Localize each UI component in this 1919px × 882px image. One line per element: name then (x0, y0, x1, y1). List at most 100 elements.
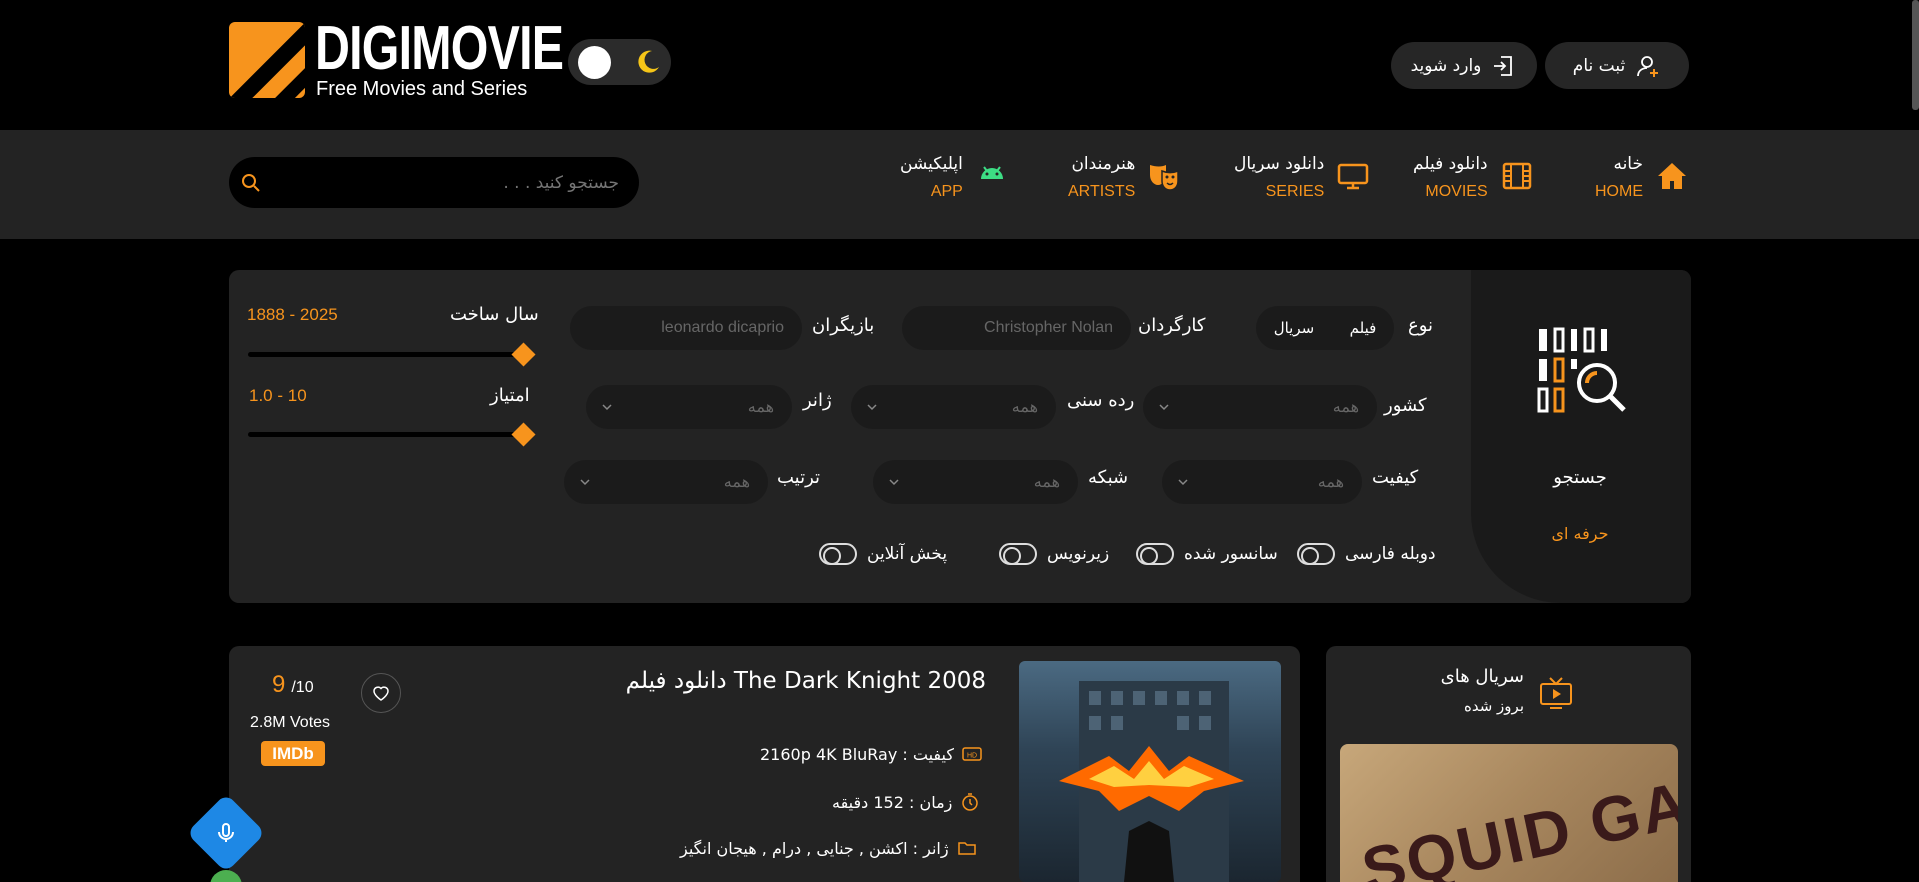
toggle-subtitle[interactable]: زیرنویس (999, 543, 1109, 565)
site-logo[interactable]: DIGIMOVIE Free Movies and Series (229, 18, 564, 100)
nav-movies-label: دانلود فیلم (1413, 154, 1488, 174)
chevron-down-icon (602, 404, 612, 411)
nav-artists-en: ARTISTS (1068, 183, 1136, 200)
theme-toggle-knob (578, 46, 611, 79)
nav-home-en: HOME (1595, 183, 1643, 200)
nav-movies-en: MOVIES (1425, 183, 1488, 200)
year-slider[interactable] (248, 352, 524, 357)
search-icon[interactable] (241, 173, 261, 193)
age-select[interactable]: همه (851, 385, 1056, 429)
year-label: سال ساخت (450, 304, 539, 325)
home-icon (1655, 159, 1689, 197)
moon-icon (638, 50, 659, 73)
nav-series-label: دانلود سریال (1234, 154, 1325, 174)
series-poster-text: SQUID GAME 2 (1355, 744, 1678, 882)
poster-art (1059, 681, 1244, 882)
nav-series-en: SERIES (1265, 183, 1325, 200)
type-option-series[interactable]: سریال (1274, 319, 1315, 337)
genre-label: ژانر (803, 390, 832, 411)
theme-toggle[interactable] (568, 39, 671, 85)
favorite-button[interactable] (361, 673, 401, 713)
chevron-down-icon (867, 404, 877, 411)
movie-genre-text: ژانر : اکشن , جنایی , درام , هیجان انگیز (680, 838, 949, 858)
actors-field[interactable]: leonardo dicaprio (570, 306, 802, 350)
country-label: کشور (1384, 395, 1427, 416)
android-icon (975, 159, 1009, 197)
toggle-switch[interactable] (1297, 543, 1335, 565)
quality-select[interactable]: همه (1162, 460, 1362, 504)
imdb-score: 9/10 (272, 671, 314, 699)
type-segment: سریال فیلم (1256, 306, 1394, 350)
filter-side-panel (1471, 270, 1691, 603)
toggle-switch[interactable] (819, 543, 857, 565)
rating-slider[interactable] (248, 432, 524, 437)
nav-app-en: APP (930, 183, 963, 200)
hd-icon: HD (962, 747, 982, 761)
type-label: نوع (1408, 315, 1434, 336)
advanced-search-icon (1537, 327, 1626, 413)
genre-select[interactable]: همه (586, 385, 792, 429)
chevron-down-icon (889, 479, 899, 486)
toggle-censored[interactable]: سانسور شده (1136, 543, 1278, 565)
movie-duration: زمان : 152 دقیقه (832, 792, 980, 812)
sort-select[interactable]: همه (564, 460, 768, 504)
rating-range: 1.0 - 10 (249, 386, 307, 405)
filter-side-subtitle: حرفه ای (1551, 524, 1609, 543)
nav-item-home[interactable]: خانه HOME (1595, 148, 1689, 208)
logo-title: DIGIMOVIE (315, 14, 564, 83)
svg-text:HD: HD (967, 753, 977, 760)
user-add-icon (1637, 55, 1659, 77)
film-icon (1500, 159, 1534, 197)
page: DIGIMOVIE Free Movies and Series ثبت نام… (0, 0, 1919, 882)
rating-label: امتیاز (490, 385, 530, 406)
director-field[interactable]: Christopher Nolan (902, 306, 1131, 350)
nav-item-series[interactable]: دانلود سریال SERIES (1234, 148, 1370, 208)
nav-item-app[interactable]: اپلیکیشن APP (900, 148, 1009, 208)
login-button[interactable]: وارد شوید (1391, 42, 1537, 89)
network-select[interactable]: همه (873, 460, 1078, 504)
toggle-censored-label: سانسور شده (1184, 544, 1278, 564)
heart-icon (373, 686, 389, 701)
actors-label: بازیگران (812, 315, 875, 336)
toggle-online-label: پخش آنلاین (867, 544, 948, 564)
actors-placeholder: leonardo dicaprio (661, 319, 784, 336)
logo-mark-icon (229, 22, 305, 98)
toggle-switch[interactable] (999, 543, 1037, 565)
search-input[interactable] (261, 172, 627, 193)
movie-title[interactable]: دانلود فیلم The Dark Knight 2008 (560, 668, 986, 694)
tv-icon (1540, 677, 1572, 709)
logo-subtitle: Free Movies and Series (316, 78, 528, 100)
nav-item-artists[interactable]: هنرمندان ARTISTS (1068, 148, 1181, 208)
country-value: همه (1332, 399, 1359, 416)
series-poster[interactable]: SQUID GAME 2 (1340, 744, 1678, 882)
nav-app-label: اپلیکیشن (900, 154, 963, 174)
microphone-icon (218, 823, 234, 842)
toggle-persian-dub[interactable]: دوبله فارسی (1297, 543, 1436, 565)
director-label: کارگردان (1138, 315, 1206, 336)
country-select[interactable]: همه (1143, 385, 1377, 429)
nav-artists-label: هنرمندان (1071, 154, 1136, 174)
sort-value: همه (723, 474, 750, 491)
toggle-online[interactable]: پخش آنلاین (819, 543, 947, 565)
network-value: همه (1033, 474, 1060, 491)
nav-item-movies[interactable]: دانلود فیلم MOVIES (1413, 148, 1534, 208)
chevron-down-icon (580, 479, 590, 486)
updated-series-title: سریال های (1440, 666, 1524, 687)
chevron-down-icon (1178, 479, 1188, 486)
toggle-switch[interactable] (1136, 543, 1174, 565)
page-scrollbar[interactable] (1912, 0, 1919, 110)
movie-quality: HD کیفیت : 2160p 4K BluRay (760, 744, 982, 764)
movie-quality-text: کیفیت : 2160p 4K BluRay (760, 744, 954, 764)
genre-value: همه (747, 399, 774, 416)
folder-icon (957, 842, 976, 855)
login-label: وارد شوید (1410, 55, 1482, 76)
movie-duration-text: زمان : 152 دقیقه (832, 792, 953, 812)
filter-side-title: جستجو (1553, 467, 1607, 488)
director-placeholder: Christopher Nolan (984, 319, 1113, 336)
register-button[interactable]: ثبت نام (1545, 42, 1689, 89)
imdb-votes: 2.8M Votes (250, 714, 331, 731)
movie-poster[interactable] (1019, 661, 1281, 882)
score-value: 9 (272, 671, 286, 698)
type-option-movie[interactable]: فیلم (1350, 319, 1377, 337)
quality-value: همه (1317, 474, 1344, 491)
